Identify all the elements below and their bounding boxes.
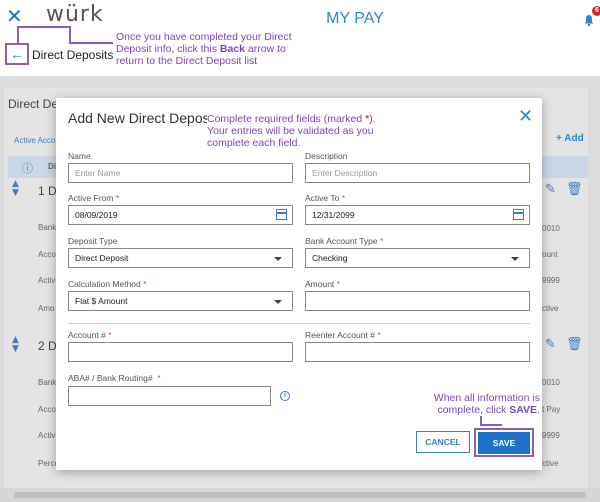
trash-icon[interactable]: 🗑 xyxy=(566,182,583,197)
subheader-title: Direct Deposits xyxy=(32,48,114,62)
list-item-value: 9999 xyxy=(542,276,560,285)
list-item-value: 0010 xyxy=(542,224,560,233)
routing-number-label: ABA# / Bank Routing# * xyxy=(68,373,161,383)
list-item-value: 0010 xyxy=(542,378,560,387)
active-from-label: Active From * xyxy=(68,193,120,203)
back-callout-connector xyxy=(69,42,113,44)
sort-icon[interactable]: ▲ ▼ xyxy=(12,336,19,354)
info-icon[interactable]: i xyxy=(280,391,290,401)
chevron-down-icon xyxy=(511,257,519,261)
back-callout-connector xyxy=(17,26,71,28)
calendar-icon[interactable] xyxy=(513,209,524,220)
bank-account-type-value: Checking xyxy=(312,253,348,263)
chevron-down-icon xyxy=(274,257,282,261)
deposit-type-value: Direct Deposit xyxy=(75,253,129,263)
list-item-value: 9999 xyxy=(542,431,560,440)
back-callout-text: Once you have completed your Direct Depo… xyxy=(116,31,292,67)
notification-badge: 6 xyxy=(592,6,600,16)
list-item: Amo xyxy=(38,304,55,313)
amount-label: Amount * xyxy=(305,279,340,289)
scrollbar-thumb[interactable] xyxy=(14,492,586,498)
dialog-close-icon[interactable]: ✕ xyxy=(518,106,533,127)
cancel-button[interactable]: CANCEL xyxy=(416,431,470,453)
calculation-method-value: Flat $ Amount xyxy=(75,296,128,306)
reenter-account-label: Reenter Account # * xyxy=(305,330,381,340)
list-item: Bank xyxy=(38,223,57,232)
account-number-label: Account # * xyxy=(68,330,112,340)
active-from-value: 08/09/2019 xyxy=(75,210,118,220)
form-divider xyxy=(68,323,530,324)
active-from-input[interactable]: 08/09/2019 xyxy=(68,205,293,225)
description-input[interactable]: Enter Description xyxy=(305,163,530,183)
list-item: Acco xyxy=(38,405,56,414)
amount-input[interactable] xyxy=(305,291,530,311)
edit-icon[interactable]: ✎ xyxy=(545,182,556,197)
description-label: Description xyxy=(305,151,348,161)
save-callout-connector xyxy=(480,424,502,426)
wurk-logo: würk xyxy=(46,2,104,27)
deposit-type-label: Deposit Type xyxy=(68,236,118,246)
column-header: Di xyxy=(48,162,56,171)
save-button[interactable]: SAVE xyxy=(478,432,530,454)
chevron-down-icon xyxy=(274,300,282,304)
sort-icon[interactable]: ▲ ▼ xyxy=(12,180,19,198)
list-item-value: t Pay xyxy=(542,405,561,414)
list-item: Bank xyxy=(38,378,57,387)
dialog-title: Add New Direct Deposit xyxy=(68,110,217,126)
list-item: Activ xyxy=(38,276,56,285)
back-arrow-icon[interactable]: ← xyxy=(5,43,29,65)
info-icon: ⓘ xyxy=(22,162,33,175)
trash-icon[interactable]: 🗑 xyxy=(566,337,583,352)
routing-number-input[interactable] xyxy=(68,386,271,406)
bank-account-type-select[interactable]: Checking xyxy=(305,248,530,268)
active-to-value: 12/31/2099 xyxy=(312,210,355,220)
calculation-method-label: Calculation Method * xyxy=(68,279,147,289)
list-item-value: ctive xyxy=(542,459,559,468)
deposit-type-select[interactable]: Direct Deposit xyxy=(68,248,293,268)
page-title: MY PAY xyxy=(326,10,384,27)
close-icon[interactable]: ✕ xyxy=(6,4,23,28)
bank-account-type-label: Bank Account Type * xyxy=(305,236,384,246)
calendar-icon[interactable] xyxy=(276,209,287,220)
active-to-label: Active To * xyxy=(305,193,346,203)
account-number-input[interactable] xyxy=(68,342,293,362)
add-button[interactable]: + Add xyxy=(556,133,584,144)
list-item: Activ xyxy=(38,431,56,440)
save-callout-text: When all information is complete, click … xyxy=(433,392,540,416)
active-accounts-link[interactable]: Active Acco xyxy=(14,136,55,145)
reenter-account-input[interactable] xyxy=(305,342,530,362)
name-input[interactable]: Enter Name xyxy=(68,163,293,183)
name-label: Name xyxy=(68,151,91,161)
list-item-value: ount xyxy=(542,250,558,259)
edit-icon[interactable]: ✎ xyxy=(545,337,556,352)
list-item-value: ctive xyxy=(542,304,559,313)
calculation-method-select[interactable]: Flat $ Amount xyxy=(68,291,293,311)
back-callout-connector xyxy=(17,26,19,43)
required-fields-callout: Complete required fields (marked *). You… xyxy=(207,113,407,149)
active-to-input[interactable]: 12/31/2099 xyxy=(305,205,530,225)
list-item: Acco xyxy=(38,250,56,259)
bell-icon[interactable] xyxy=(583,14,595,26)
